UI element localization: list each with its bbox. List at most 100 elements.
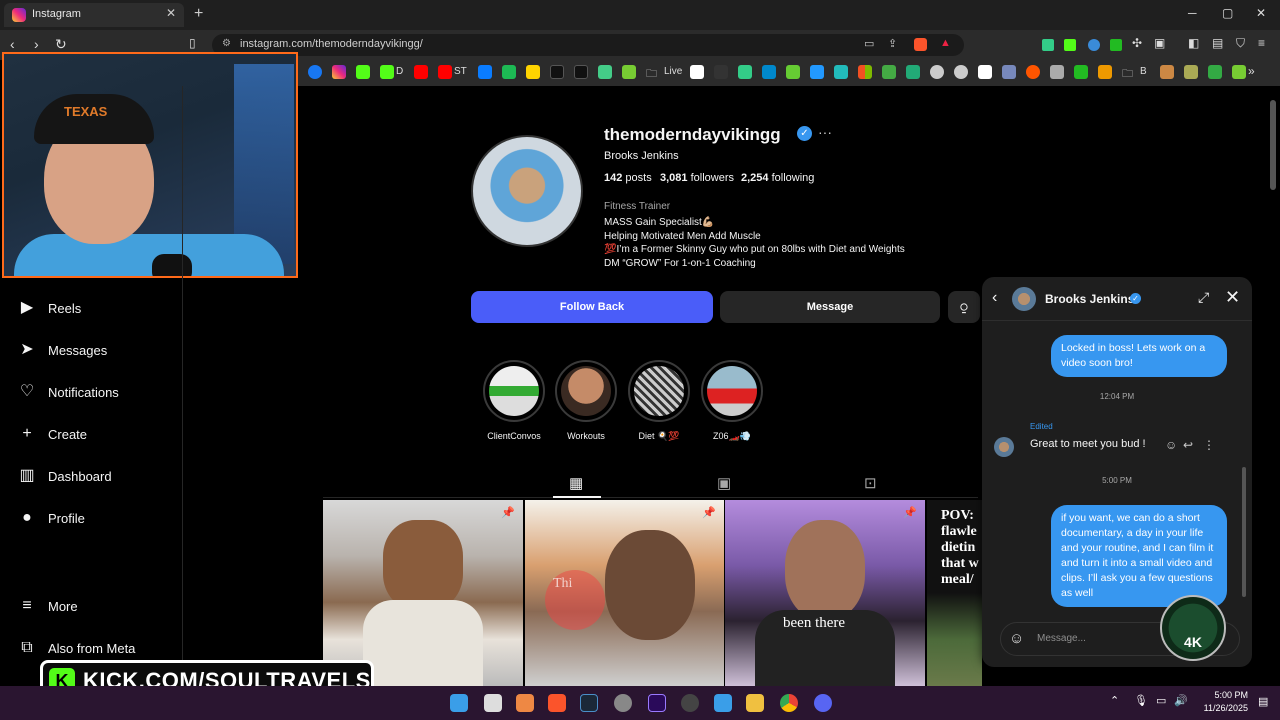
more-options-icon[interactable]: ··· (818, 124, 832, 140)
extension-icon[interactable] (1042, 39, 1054, 51)
clock-time[interactable]: 5:00 PM (1196, 690, 1248, 700)
expand-icon[interactable]: ⤢ (1198, 289, 1209, 306)
chat-avatar[interactable] (1012, 287, 1036, 311)
bookmark-icon[interactable] (1074, 65, 1088, 79)
sidebar-item-profile[interactable]: ● Profile (14, 499, 174, 539)
followers-count[interactable]: 3,081 followers (660, 172, 734, 184)
bookmark-icon[interactable] (762, 65, 776, 79)
bookmark-icon[interactable] (526, 65, 540, 79)
bookmark-icon[interactable] (834, 65, 848, 79)
bookmark-icon[interactable] (882, 65, 896, 79)
instagram-bookmark-icon[interactable] (332, 65, 346, 79)
follow-back-button[interactable]: Follow Back (471, 291, 713, 323)
bookmark-label[interactable]: D (396, 66, 403, 77)
kick-bookmark-icon[interactable] (356, 65, 370, 79)
bookmark-icon[interactable] (810, 65, 824, 79)
browser-tab[interactable]: Instagram ✕ (4, 3, 184, 27)
outgoing-message[interactable]: if you want, we can do a short documenta… (1051, 505, 1227, 607)
bookmark-icon[interactable] (906, 65, 920, 79)
folder-icon[interactable]: 🗀 (646, 65, 657, 84)
tab-close-icon[interactable]: ✕ (166, 6, 176, 20)
obs-icon[interactable] (681, 694, 699, 712)
sidebar-item-create[interactable]: + Create (14, 415, 174, 455)
post-thumbnail[interactable]: POV: flawle dietin that w meal/ (927, 500, 982, 686)
brave-shield-icon[interactable] (914, 38, 927, 51)
bookmark-label[interactable]: ST (454, 66, 467, 77)
minimize-icon[interactable]: ─ (1188, 6, 1197, 20)
address-bar[interactable]: ⚙ instagram.com/themoderndayvikingg/ ▭ ⇪… (212, 34, 964, 56)
steam-icon[interactable] (580, 694, 598, 712)
window-close-icon[interactable]: ✕ (1256, 6, 1266, 20)
bookmark-icon[interactable] (738, 65, 752, 79)
app-icon[interactable] (614, 694, 632, 712)
file-explorer-icon[interactable] (746, 694, 764, 712)
x-bookmark-icon[interactable] (574, 65, 588, 79)
back-icon[interactable]: ‹ (992, 289, 997, 307)
meta-bookmark-icon[interactable] (478, 65, 492, 79)
sidebar-item-more[interactable]: ≡ More (14, 587, 174, 627)
clock-date[interactable]: 11/26/2025 (1196, 703, 1248, 713)
react-icon[interactable]: ☺ (1165, 438, 1177, 452)
bookmark-icon[interactable]: ▯ (189, 36, 196, 50)
brave-icon[interactable] (548, 694, 566, 712)
bookmark-icon[interactable] (1208, 65, 1222, 79)
share-icon[interactable]: ⇪ (888, 37, 897, 50)
premiere-icon[interactable] (648, 694, 666, 712)
bookmark-folder-label[interactable]: Live (664, 66, 682, 77)
bookmark-icon[interactable] (1160, 65, 1174, 79)
bookmark-icon[interactable] (714, 65, 728, 79)
outgoing-message[interactable]: Locked in boss! Lets work on a video soo… (1051, 335, 1227, 377)
wallet-icon[interactable]: ▤ (1212, 36, 1223, 50)
youtube-bookmark-icon[interactable] (414, 65, 428, 79)
tiktok-bookmark-icon[interactable] (550, 65, 564, 79)
profile-avatar[interactable] (471, 135, 583, 247)
reply-icon[interactable]: ↩ (1183, 438, 1193, 452)
reload-icon[interactable]: ↻ (55, 36, 67, 53)
bookmark-icon[interactable] (978, 65, 992, 79)
following-count[interactable]: 2,254 following (741, 172, 814, 184)
post-thumbnail[interactable]: been there 📌 (725, 500, 925, 686)
add-person-icon[interactable]: ⍜ (948, 291, 980, 323)
kick-bookmark-icon[interactable] (380, 65, 394, 79)
extensions-puzzle-icon[interactable]: ✣ (1132, 36, 1142, 50)
bookmark-icon[interactable] (502, 65, 516, 79)
kick-extension-icon[interactable] (1064, 39, 1076, 51)
tray-chevron-icon[interactable]: ⌃ (1110, 694, 1119, 707)
sidebar-item-notifications[interactable]: ♡ Notifications (14, 373, 174, 413)
site-settings-icon[interactable]: ⚙ (222, 38, 231, 49)
tab-reels-icon[interactable]: ▣ (717, 474, 731, 492)
screenshot-icon[interactable]: ▣ (1154, 36, 1165, 50)
sidebar-item-reels[interactable]: ▶ Reels (14, 289, 174, 329)
incoming-message[interactable]: Great to meet you bud ! (1022, 434, 1154, 454)
bookmark-folder-label[interactable]: B (1140, 66, 1147, 77)
task-view-icon[interactable] (484, 694, 502, 712)
bookmark-icon[interactable] (1232, 65, 1246, 79)
tray-mic-icon[interactable]: 🎙 (1134, 694, 1148, 707)
network-icon[interactable]: ▭ (1156, 694, 1166, 707)
sidebar-item-dashboard[interactable]: ▥ Dashboard (14, 457, 174, 497)
menu-icon[interactable]: ≡ (1258, 36, 1265, 50)
amazon-bookmark-icon[interactable] (690, 65, 704, 79)
message-button[interactable]: Message (720, 291, 940, 323)
extension-icon[interactable] (1088, 39, 1100, 51)
chrome-icon[interactable] (780, 694, 798, 712)
brave-rewards-icon[interactable]: ▲ (940, 37, 951, 49)
facebook-bookmark-icon[interactable] (308, 65, 322, 79)
page-scrollbar[interactable] (1270, 100, 1276, 190)
microsoft-bookmark-icon[interactable] (858, 65, 872, 79)
bookmark-icon[interactable] (1184, 65, 1198, 79)
more-bookmarks-icon[interactable]: » (1248, 64, 1255, 78)
youtube-bookmark-icon[interactable] (438, 65, 452, 79)
tab-posts-grid-icon[interactable]: ▦ (569, 474, 583, 492)
bookmark-icon[interactable] (786, 65, 800, 79)
vpn-icon[interactable]: ⛉ (1236, 36, 1245, 51)
bookmark-icon[interactable] (954, 65, 968, 79)
post-thumbnail[interactable]: 📌 (323, 500, 523, 686)
tab-tagged-icon[interactable]: ⊡ (864, 474, 877, 492)
new-tab-icon[interactable]: + (194, 5, 203, 23)
close-icon[interactable]: ✕ (1225, 287, 1240, 308)
notification-center-icon[interactable]: ▤ (1258, 695, 1268, 708)
discord-icon[interactable] (814, 694, 832, 712)
emoji-icon[interactable]: ☺ (1009, 630, 1024, 647)
cast-icon[interactable]: ▭ (864, 37, 874, 50)
